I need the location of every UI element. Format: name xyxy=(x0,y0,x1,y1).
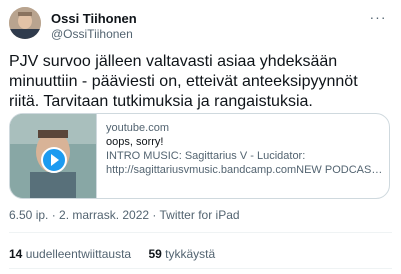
tweet-text-line: PJV survoo jälleen valtavasti asiaa yhde… xyxy=(9,53,338,70)
tweet: Ossi Tiihonen @OssiTiihonen ··· PJV surv… xyxy=(0,0,401,274)
tweet-text: PJV survoo jälleen valtavasti asiaa yhde… xyxy=(9,52,394,112)
card-title: oops, sorry! xyxy=(106,136,164,148)
tweet-timestamp[interactable]: 6.50 ip. · 2. marrask. 2022 · Twitter fo… xyxy=(9,208,240,222)
likes-label: tykkäystä xyxy=(165,247,216,261)
card-domain: youtube.com xyxy=(106,122,169,134)
retweets-label: uudelleentwiittausta xyxy=(25,247,132,261)
likes-count: 59 xyxy=(148,247,162,261)
engagement-stats: 14 uudelleentwiittausta 59 tykkäystä xyxy=(9,247,229,261)
likes-stat[interactable]: 59 tykkäystä xyxy=(148,247,215,261)
play-icon[interactable] xyxy=(41,147,67,173)
author-handle[interactable]: @OssiTiihonen xyxy=(51,27,133,41)
tweet-text-line: minuuttiin - pääviesti on, etteivät ante… xyxy=(9,73,358,90)
avatar-image xyxy=(9,7,41,39)
card-body: youtube.com oops, sorry! INTRO MUSIC: Sa… xyxy=(106,121,384,177)
avatar[interactable] xyxy=(9,7,41,39)
card-description-line: http://sagittariusvmusic.bandcamp.comNEW… xyxy=(106,164,384,176)
card-description-line: INTRO MUSIC: Sagittarius V - Lucidator: xyxy=(106,150,306,162)
author-name[interactable]: Ossi Tiihonen xyxy=(51,11,137,26)
tweet-text-line: riitä. Tarvitaan tutkimuksia ja rangaist… xyxy=(9,93,313,110)
card-description: INTRO MUSIC: Sagittarius V - Lucidator: … xyxy=(106,149,384,177)
link-card[interactable]: youtube.com oops, sorry! INTRO MUSIC: Sa… xyxy=(9,113,390,199)
video-thumbnail[interactable] xyxy=(10,114,97,198)
retweets-stat[interactable]: 14 uudelleentwiittausta xyxy=(9,247,131,261)
divider xyxy=(9,232,392,233)
retweets-count: 14 xyxy=(9,247,23,261)
divider xyxy=(9,268,392,269)
more-horizontal-icon[interactable]: ··· xyxy=(369,8,387,26)
